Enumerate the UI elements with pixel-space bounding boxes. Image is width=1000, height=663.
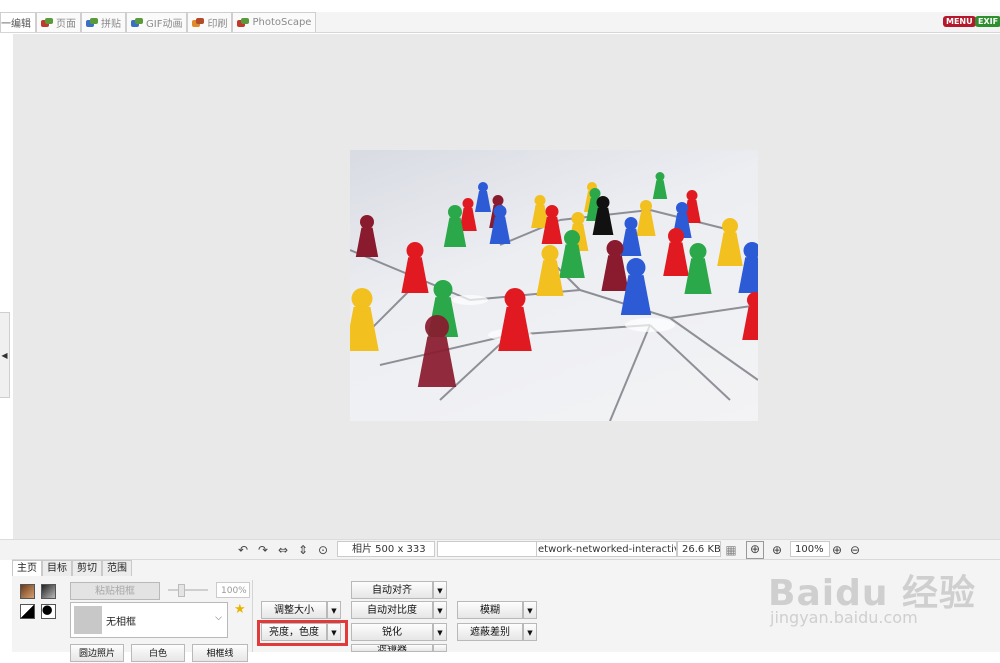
resize-dropdown-arrow[interactable]: ▼ — [327, 601, 341, 619]
blur-dropdown-arrow[interactable]: ▼ — [523, 601, 537, 619]
fit-screen-icon[interactable]: ⊙ — [316, 543, 330, 557]
paste-frame-button[interactable]: 粘贴相框 — [70, 582, 160, 600]
frame-thumbnail — [74, 606, 102, 634]
menu-button[interactable]: MENU — [943, 16, 976, 27]
auto-level-dropdown-arrow[interactable]: ▼ — [433, 581, 447, 599]
opacity-slider-thumb[interactable] — [178, 584, 185, 597]
checker-background-icon[interactable]: ▦ — [724, 543, 738, 557]
collapse-sidebar-handle[interactable]: ◀ — [0, 312, 10, 398]
gif-icon — [131, 17, 143, 28]
rotate-right-icon[interactable]: ↷ — [256, 543, 270, 557]
print-icon — [192, 17, 205, 28]
filename-field: etwork-networked-interactive- — [537, 541, 677, 557]
frame-select[interactable]: 无相框 ⌵ — [70, 602, 228, 638]
white-button[interactable]: 白色 — [131, 644, 185, 662]
panel-tab-object[interactable]: 目标 — [42, 560, 72, 576]
combine-icon — [86, 17, 98, 28]
mask-diff-button[interactable]: 遮蔽差别 — [457, 623, 523, 641]
zoom-level-field[interactable]: 100% — [790, 541, 830, 557]
tab-photoscape[interactable]: PhotoScape — [232, 12, 317, 32]
zoom-in-icon[interactable]: ⊕ — [830, 543, 844, 557]
tab-combine[interactable]: 拼贴 — [81, 12, 126, 32]
tab-label: 拼贴 — [101, 19, 121, 30]
brightness-color-dropdown-arrow[interactable]: ▼ — [327, 623, 341, 641]
sharpen-dropdown-arrow[interactable]: ▼ — [433, 623, 447, 641]
status-bar: ↶ ↷ ⇔ ⇕ ⊙ 相片 500 x 333 etwork-networked-… — [0, 539, 1000, 560]
panel-tab-tools[interactable]: 范围 — [102, 560, 132, 576]
tab-label: GIF动画 — [146, 19, 183, 30]
rotate-left-icon[interactable]: ↶ — [236, 543, 250, 557]
edit-panel: 主页 目标 剪切 范围 粘贴相框 100% 无相框 ⌵ ★ 圆边照片 白色 相框… — [12, 559, 1000, 662]
panel-tabs: 主页 目标 剪切 范围 — [12, 560, 132, 576]
auto-contrast-dropdown-arrow[interactable]: ▼ — [433, 601, 447, 619]
filesize-field: 26.6 KB — [677, 541, 721, 557]
top-tab-bar: 一编辑 页面 拼贴 GIF动画 印刷 PhotoScape MENU EXIF — [0, 12, 1000, 33]
frame-color-bw-swatch[interactable] — [20, 604, 35, 619]
zoom-fit-icon[interactable]: ⊕ — [770, 543, 784, 557]
page-icon — [41, 17, 53, 28]
auto-level-button[interactable]: 自动对齐 — [351, 581, 433, 599]
sharpen-button[interactable]: 锐化 — [351, 623, 433, 641]
frame-color-black-swatch[interactable] — [41, 604, 56, 619]
board-game-pawns-photo — [350, 172, 758, 421]
favorite-star-icon[interactable]: ★ — [234, 602, 246, 617]
panel-tab-crop[interactable]: 剪切 — [72, 560, 102, 576]
chevron-down-icon: ⌵ — [215, 613, 222, 623]
blur-button[interactable]: 模糊 — [457, 601, 523, 619]
flip-horizontal-icon[interactable]: ⇔ — [276, 543, 290, 557]
exif-button[interactable]: EXIF — [975, 16, 1000, 27]
tab-editor[interactable]: 一编辑 — [0, 12, 36, 32]
tab-label: 一编辑 — [1, 19, 31, 30]
tab-label: PhotoScape — [252, 17, 312, 28]
zoom-out-icon[interactable]: ⊖ — [848, 543, 862, 557]
photo-preview — [350, 150, 758, 421]
brightness-color-button[interactable]: 亮度，色度 — [261, 623, 327, 641]
photo-size-field: 相片 500 x 333 — [337, 541, 435, 557]
tab-label: 页面 — [56, 19, 76, 30]
frame-color-brown-swatch[interactable] — [20, 584, 35, 599]
zoom-actual-icon[interactable]: ⊕ — [746, 541, 764, 559]
resize-button[interactable]: 调整大小 — [261, 601, 327, 619]
tab-print[interactable]: 印刷 — [187, 12, 233, 32]
frame-line-button[interactable]: 相框线 — [192, 644, 248, 662]
tab-gif[interactable]: GIF动画 — [126, 12, 188, 32]
round-photo-button[interactable]: 圆边照片 — [70, 644, 124, 662]
frame-select-label: 无相框 — [106, 617, 136, 628]
auto-contrast-button[interactable]: 自动对比度 — [351, 601, 433, 619]
tab-page[interactable]: 页面 — [36, 12, 81, 32]
frame-color-gray-swatch[interactable] — [41, 584, 56, 599]
tab-label: 印刷 — [207, 19, 228, 30]
panel-divider — [252, 580, 253, 652]
info-field — [437, 541, 537, 557]
opacity-value-field[interactable]: 100% — [216, 582, 250, 598]
panel-tab-home[interactable]: 主页 — [12, 560, 42, 576]
mode-tabs: 一编辑 页面 拼贴 GIF动画 印刷 PhotoScape — [0, 12, 317, 32]
opacity-slider[interactable] — [168, 589, 208, 591]
flip-vertical-icon[interactable]: ⇕ — [296, 543, 310, 557]
mask-diff-dropdown-arrow[interactable]: ▼ — [523, 623, 537, 641]
photoscape-icon — [237, 17, 250, 28]
chevron-left-icon: ◀ — [1, 350, 8, 360]
